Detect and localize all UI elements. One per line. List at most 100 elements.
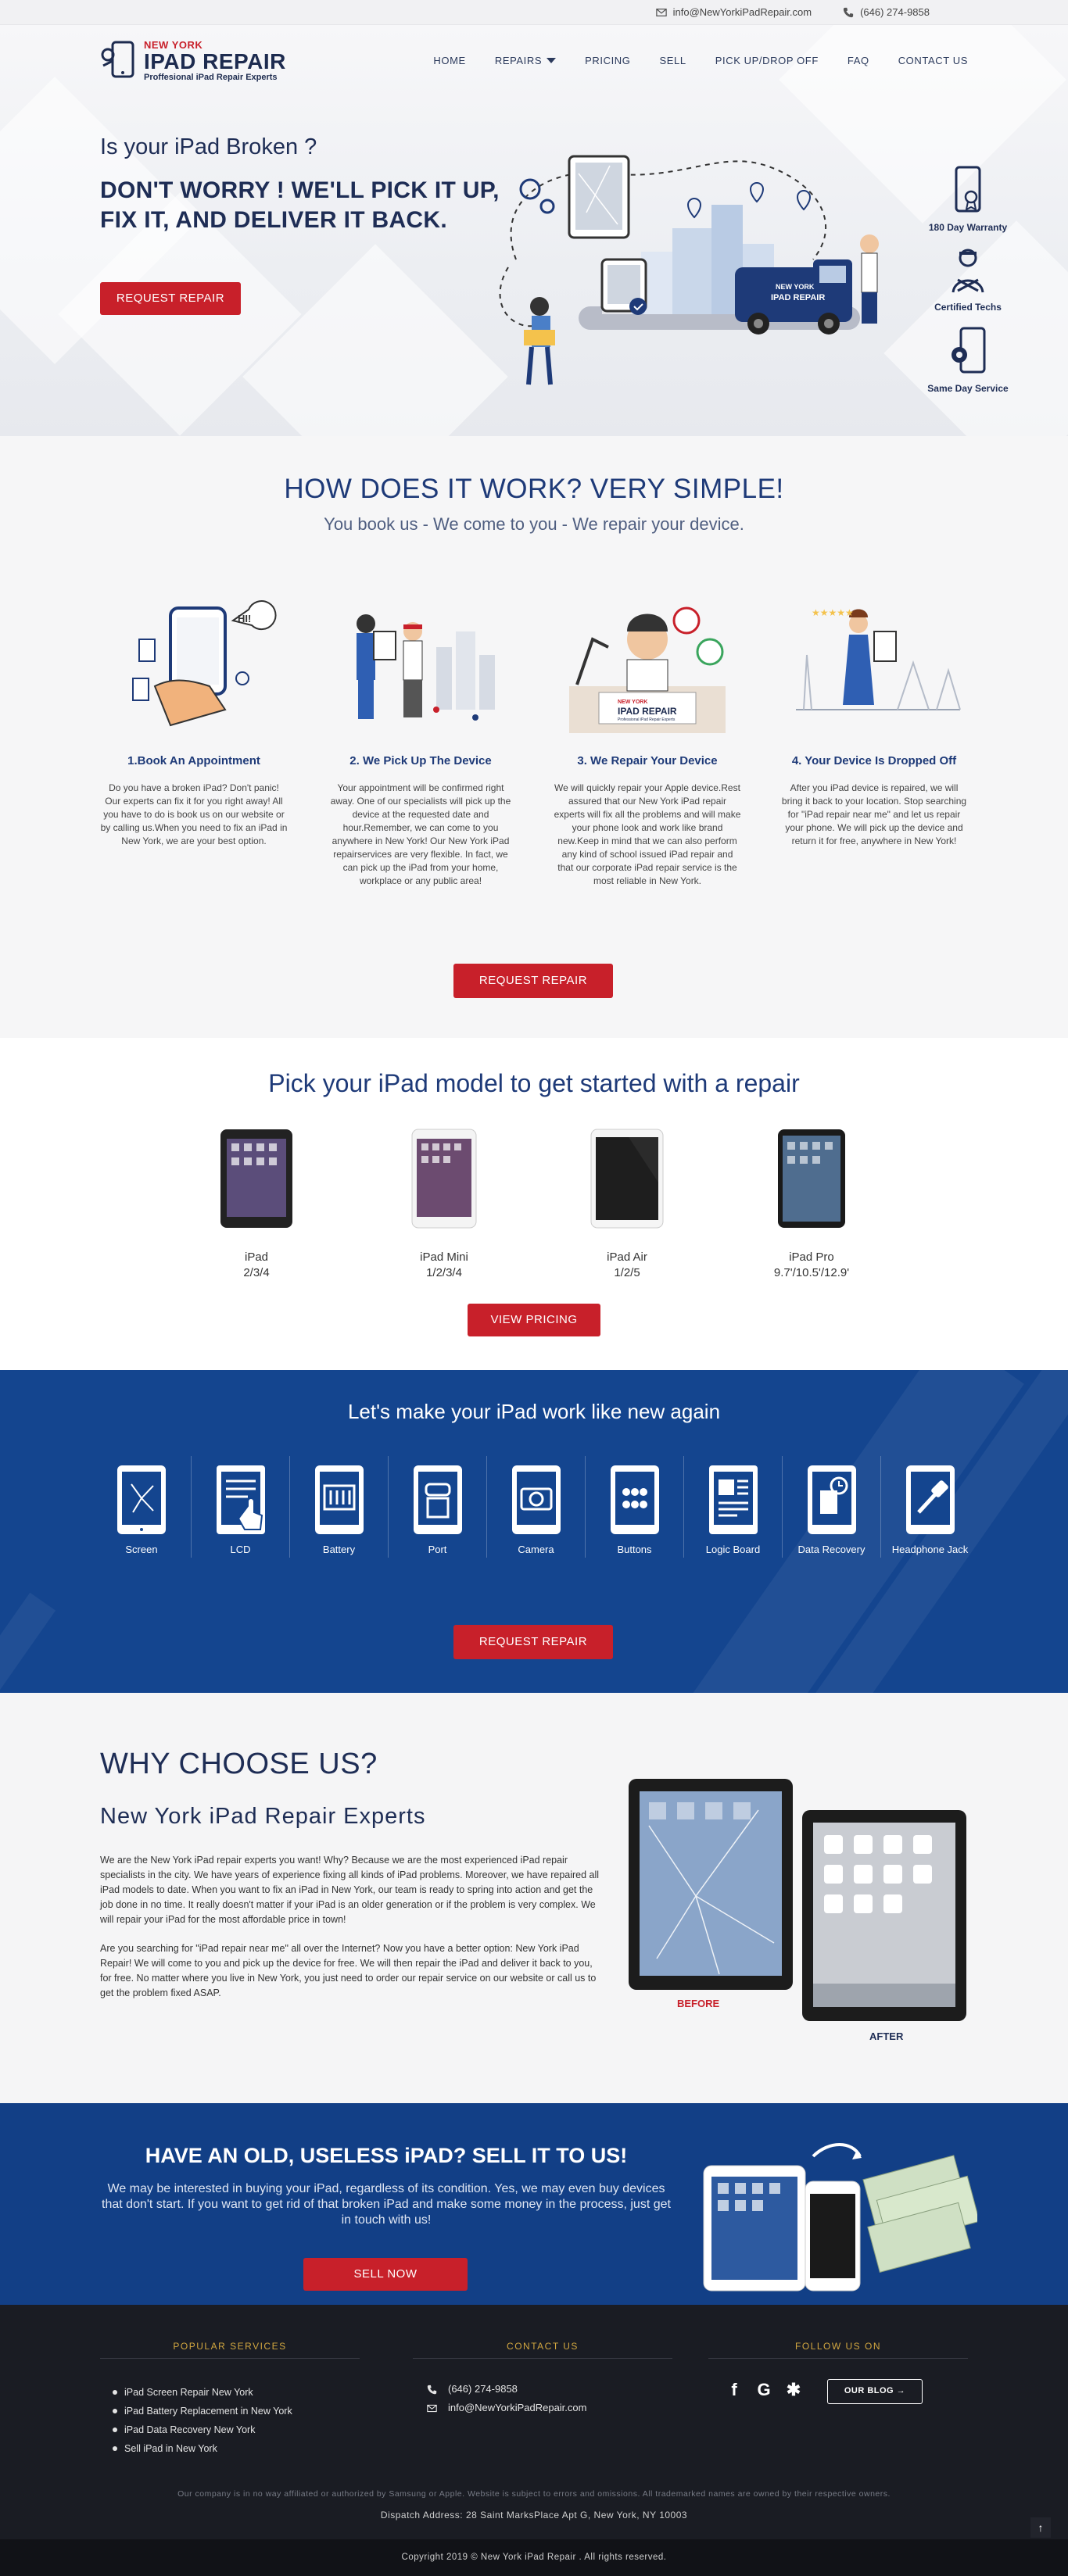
step-title: 3. We Repair Your Device (577, 754, 718, 767)
why-choose-us-section: WHY CHOOSE US? New York iPad Repair Expe… (0, 1693, 1068, 2103)
why-paragraph-1: We are the New York iPad repair experts … (100, 1855, 600, 1925)
footer-contact: (646) 274-9858 info@NewYorkiPadRepair.co… (427, 2380, 586, 2417)
step-book: HI! 1.Book An Appointment Do you have a … (100, 592, 288, 888)
social-links: f G ✱ (726, 2380, 802, 2400)
our-blog-label: OUR BLOG (844, 2386, 894, 2395)
ipad-tools-logo-icon (101, 41, 134, 78)
nav-repairs-label: REPAIRS (494, 54, 543, 66)
buttons-icon (610, 1465, 659, 1534)
feature-techs: Certified Techs (898, 245, 1038, 313)
footer-divider (708, 2358, 968, 2359)
service-screen[interactable]: Screen (92, 1456, 191, 1558)
why-paragraph-2: Are you searching for "iPad repair near … (100, 1943, 597, 1998)
our-blog-button[interactable]: OUR BLOG → (827, 2379, 923, 2404)
footer-link[interactable]: iPad Data Recovery New York (113, 2420, 292, 2439)
how-it-works-section: HOW DOES IT WORK? VERY SIMPLE! You book … (0, 436, 1068, 1038)
yelp-icon[interactable]: ✱ (785, 2380, 802, 2400)
hero-content: Is your iPad Broken ? DON'T WORRY ! WE'L… (100, 134, 507, 315)
before-after-ipads-image (629, 1779, 966, 2021)
services-request-repair-button[interactable]: REQUEST REPAIR (453, 1625, 613, 1659)
model-versions: 1/2/3/4 (426, 1266, 462, 1279)
footer-phone[interactable]: (646) 274-9858 (427, 2380, 586, 2399)
phone-gear-icon (952, 327, 986, 374)
cracked-screen-icon (117, 1465, 166, 1534)
service-label: LCD (230, 1544, 251, 1555)
dropoff-illustration: ★★★★★ (796, 607, 961, 710)
model-name: iPad Mini (420, 1250, 468, 1264)
logo-tagline: Proffesional iPad Repair Experts (144, 72, 278, 82)
footer-dispatch-address: Dispatch Address: 28 Saint MarksPlace Ap… (380, 2510, 688, 2521)
camera-icon (511, 1465, 561, 1534)
sell-text: We may be interested in buying your iPad… (102, 2182, 671, 2227)
sign-sub-text: Professional iPad Repair Experts (618, 717, 676, 722)
technician-icon (952, 249, 984, 293)
rating-stars: ★★★★★ (812, 607, 854, 618)
service-camera[interactable]: Camera (486, 1456, 585, 1558)
model-name: iPad Air (607, 1250, 647, 1264)
phone-icon (427, 2385, 437, 2394)
service-port[interactable]: Port (388, 1456, 486, 1558)
footer-follow-title: FOLLOW US ON (794, 2341, 881, 2352)
main-nav: HOME REPAIRS PRICING SELL PICK UP/DROP O… (433, 55, 968, 66)
nav-pricing[interactable]: PRICING (585, 55, 630, 66)
footer-popular-title: POPULAR SERVICES (173, 2341, 287, 2352)
nav-pickup-dropoff[interactable]: PICK UP/DROP OFF (715, 55, 819, 66)
nav-faq[interactable]: FAQ (848, 55, 869, 66)
feature-same-day: Same Day Service (898, 327, 1038, 394)
model-ipad-pro[interactable]: iPad Pro 9.7'/10.5'/12.9' (741, 1128, 882, 1281)
service-lcd[interactable]: LCD (191, 1456, 289, 1558)
step-repair: NEW YORK IPAD REPAIR Professional iPad R… (554, 592, 741, 888)
site-logo[interactable]: NEW YORK IPAD REPAIR Proffesional iPad R… (100, 39, 286, 82)
how-subtitle: You book us - We come to you - We repair… (324, 514, 744, 534)
hero-section: NEW YORK IPAD REPAIR Proffesional iPad R… (0, 25, 1068, 436)
footer-email[interactable]: info@NewYorkiPadRepair.com (427, 2399, 586, 2417)
nav-contact[interactable]: CONTACT US (898, 55, 968, 66)
hi-bubble-text: HI! (238, 613, 251, 624)
how-request-repair-button[interactable]: REQUEST REPAIR (453, 964, 613, 998)
sell-now-button[interactable]: SELL NOW (303, 2258, 468, 2291)
popular-services-list: iPad Screen Repair New York iPad Battery… (113, 2383, 292, 2458)
back-to-top-icon[interactable]: ↑ (1030, 2517, 1051, 2538)
model-ipad-mini[interactable]: iPad Mini 1/2/3/4 (374, 1128, 514, 1281)
nav-home[interactable]: HOME (433, 55, 465, 66)
nav-repairs[interactable]: REPAIRS (494, 54, 557, 66)
hero-request-repair-button[interactable]: REQUEST REPAIR (100, 282, 241, 315)
pickup-illustration (357, 614, 495, 721)
services-title: Let's make your iPad work like new again (347, 1400, 721, 1423)
how-title: HOW DOES IT WORK? VERY SIMPLE! (284, 474, 784, 504)
service-headphone-jack[interactable]: Headphone Jack (880, 1456, 979, 1558)
warranty-phone-icon (955, 166, 981, 213)
model-ipad-air[interactable]: iPad Air 1/2/5 (557, 1128, 697, 1281)
footer-link[interactable]: Sell iPad in New York (113, 2439, 292, 2458)
topbar-email-text: info@NewYorkiPadRepair.com (672, 6, 812, 18)
battery-icon (314, 1465, 364, 1534)
service-data-recovery[interactable]: Data Recovery (782, 1456, 880, 1558)
service-label: Logic Board (705, 1544, 761, 1555)
model-versions: 9.7'/10.5'/12.9' (773, 1266, 850, 1279)
topbar-email[interactable]: info@NewYorkiPadRepair.com (655, 6, 812, 18)
hero-question: Is your iPad Broken ? (100, 134, 317, 159)
model-name: iPad Pro (789, 1250, 834, 1264)
service-battery[interactable]: Battery (289, 1456, 388, 1558)
model-ipad[interactable]: iPad 2/3/4 (186, 1128, 327, 1281)
service-logic-board[interactable]: Logic Board (683, 1456, 782, 1558)
service-buttons[interactable]: Buttons (585, 1456, 683, 1558)
view-pricing-button[interactable]: VIEW PRICING (468, 1304, 600, 1336)
service-label: Camera (518, 1544, 554, 1555)
main-header: NEW YORK IPAD REPAIR Proffesional iPad R… (100, 34, 968, 86)
nav-sell[interactable]: SELL (660, 55, 686, 66)
footer-link[interactable]: iPad Battery Replacement in New York (113, 2402, 292, 2420)
facebook-icon[interactable]: f (726, 2380, 743, 2400)
site-footer: POPULAR SERVICES iPad Screen Repair New … (0, 2305, 1068, 2539)
footer-phone-text: (646) 274-9858 (448, 2383, 518, 2395)
google-icon[interactable]: G (755, 2380, 772, 2400)
step-text: Do you have a broken iPad? Don't panic! … (100, 782, 288, 846)
envelope-icon (427, 2404, 437, 2412)
ipad-air-image (590, 1129, 664, 1229)
footer-divider (413, 2358, 672, 2359)
feature-warranty: 180 Day Warranty (898, 166, 1038, 233)
feature-same-day-label: Same Day Service (927, 383, 1009, 394)
footer-link[interactable]: iPad Screen Repair New York (113, 2383, 292, 2402)
phone-icon (843, 7, 854, 17)
topbar-phone[interactable]: (646) 274-9858 (843, 6, 930, 18)
